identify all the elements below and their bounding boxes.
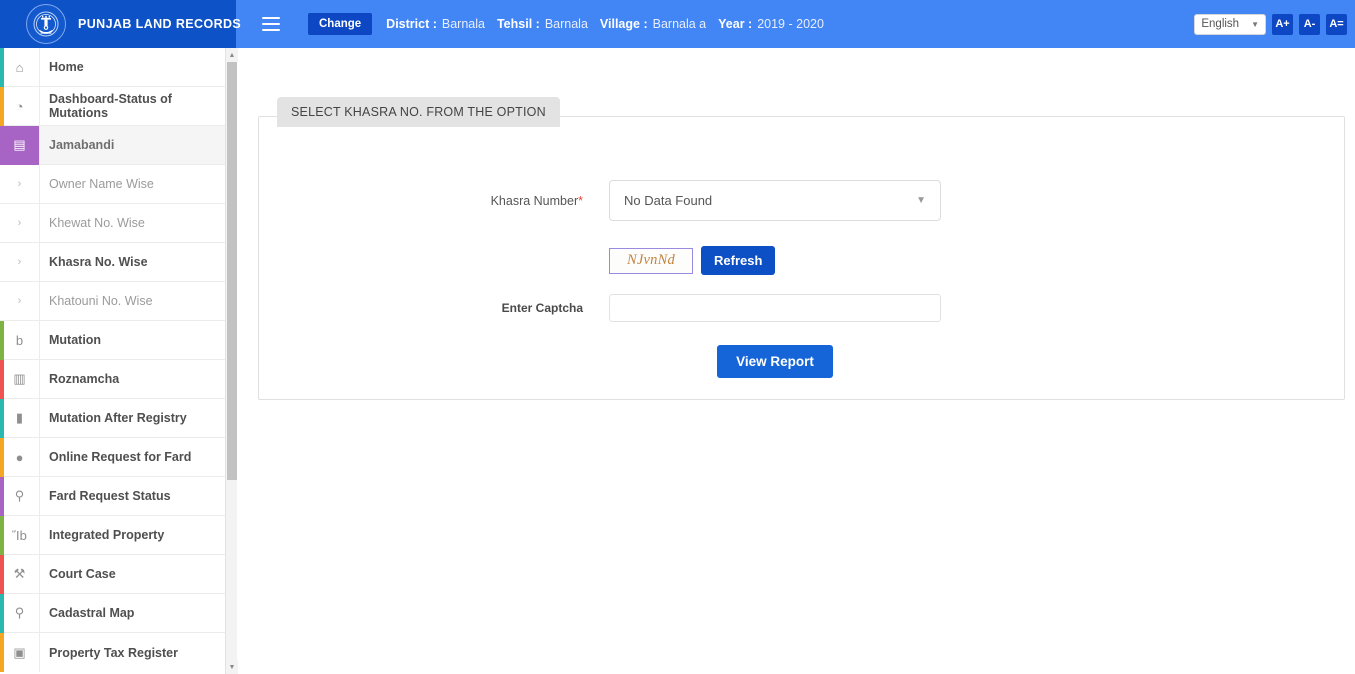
home-icon: ⌂ [0, 48, 39, 87]
briefcase-icon: ▮ [0, 399, 39, 438]
enter-captcha-row: Enter Captcha [259, 294, 1344, 322]
main-content: SELECT KHASRA NO. FROM THE OPTION Khasra… [238, 48, 1355, 674]
breadcrumb-district: District : Barnala [386, 17, 485, 31]
breadcrumb-district-value: Barnala [442, 17, 485, 31]
sidebar-item-label: Roznamcha [39, 360, 225, 399]
required-asterisk: * [578, 194, 583, 208]
chevron-down-icon: ▼ [1251, 20, 1259, 29]
sidebar-item-dashboard-status-of-mutations[interactable]: ◔ Dashboard-Status of Mutations [0, 87, 225, 126]
sidebar-item-label: Court Case [39, 555, 225, 594]
chevron-down-icon: ▼ [916, 195, 926, 206]
khasra-selection-panel: SELECT KHASRA NO. FROM THE OPTION Khasra… [258, 116, 1345, 400]
records-book-icon: ▤ [0, 126, 39, 165]
breadcrumb: District : Barnala Tehsil : Barnala Vill… [386, 17, 831, 31]
language-select-value: English [1201, 18, 1239, 30]
chevron-right-icon: › [0, 204, 39, 243]
refresh-captcha-button[interactable]: Refresh [701, 246, 775, 275]
breadcrumb-village: Village : Barnala a [600, 17, 706, 31]
breadcrumb-year-value: 2019 - 2020 [757, 17, 824, 31]
sidebar-item-label: Property Tax Register [39, 633, 225, 672]
scroll-down-arrow-icon[interactable]: ▼ [226, 660, 238, 674]
chevron-right-icon: › [0, 243, 39, 282]
breadcrumb-year-key: Year : [718, 17, 752, 31]
sidebar-item-label: Khatouni No. Wise [39, 282, 225, 321]
breadcrumb-district-key: District : [386, 17, 437, 31]
view-report-button[interactable]: View Report [717, 345, 833, 378]
sidebar-item-fard-request-status[interactable]: ⚲ Fard Request Status [0, 477, 225, 516]
sidebar-item-label: Online Request for Fard [39, 438, 225, 477]
panel-legend: SELECT KHASRA NO. FROM THE OPTION [277, 97, 560, 127]
droplet-icon: ● [0, 438, 39, 477]
register-icon: ▣ [0, 633, 39, 672]
sidebar-item-label: Owner Name Wise [39, 165, 225, 204]
sidebar-item-label: Khewat No. Wise [39, 204, 225, 243]
sidebar-item-online-request-for-fard[interactable]: ● Online Request for Fard [0, 438, 225, 477]
sidebar-item-property-tax-register[interactable]: ▣ Property Tax Register [0, 633, 225, 672]
map-pin-icon: ⚲ [0, 594, 39, 633]
sidebar-navigation: ⌂ Home ◔ Dashboard-Status of Mutations ▤ Jama… [0, 48, 236, 674]
captcha-image: NJvnNd [609, 248, 693, 274]
view-report-row: View Report [609, 345, 941, 378]
breadcrumb-village-value: Barnala a [653, 17, 707, 31]
national-emblem-icon [26, 4, 66, 44]
font-decrease-button[interactable]: A- [1299, 14, 1320, 35]
sidebar-item-label: Integrated Property [39, 516, 225, 555]
dashboard-icon: ◔ [0, 87, 39, 126]
chevron-right-icon: › [0, 282, 39, 321]
sidebar-scrollbar[interactable]: ▲ ▼ [225, 48, 237, 674]
change-location-button[interactable]: Change [308, 13, 372, 35]
sidebar-item-roznamcha[interactable]: ▥ Roznamcha [0, 360, 225, 399]
font-reset-button[interactable]: A= [1326, 14, 1347, 35]
enter-captcha-label: Enter Captcha [259, 301, 609, 315]
header-controls: English ▼ A+ A- A= [1194, 14, 1355, 35]
sidebar-item-jamabandi[interactable]: ▤ Jamabandi [0, 126, 225, 165]
font-increase-button[interactable]: A+ [1272, 14, 1293, 35]
gavel-icon: ⚒ [0, 555, 39, 594]
chevron-right-icon: › [0, 165, 39, 204]
khasra-number-row: Khasra Number* No Data Found ▼ [259, 180, 1344, 221]
sidebar-item-court-case[interactable]: ⚒ Court Case [0, 555, 225, 594]
sidebar-item-label: Jamabandi [39, 126, 225, 165]
search-icon: ⚲ [0, 477, 39, 516]
sidebar-item-label: Fard Request Status [39, 477, 225, 516]
sidebar-item-khatouni-no-wise[interactable]: › Khatouni No. Wise [0, 282, 225, 321]
sidebar-item-khewat-no-wise[interactable]: › Khewat No. Wise [0, 204, 225, 243]
scroll-up-arrow-icon[interactable]: ▲ [226, 48, 238, 62]
sidebar-item-label: Khasra No. Wise [39, 243, 225, 282]
sidebar-item-label: Home [39, 48, 225, 87]
sidebar-item-label: Dashboard-Status of Mutations [39, 87, 225, 126]
khasra-number-label: Khasra Number* [259, 194, 609, 208]
khasra-number-label-text: Khasra Number [491, 194, 579, 208]
sidebar-item-mutation[interactable]: ὜b Mutation [0, 321, 225, 360]
khasra-number-select-value: No Data Found [624, 193, 712, 208]
sidebar-item-label: Cadastral Map [39, 594, 225, 633]
breadcrumb-village-key: Village : [600, 17, 648, 31]
captcha-input[interactable] [609, 294, 941, 322]
captcha-image-row: NJvnNd Refresh [259, 246, 1344, 275]
sidebar-item-cadastral-map[interactable]: ⚲ Cadastral Map [0, 594, 225, 633]
top-header-bar: PUNJAB LAND RECORDS Change District : Ba… [0, 0, 1355, 48]
sidebar-item-label: Mutation [39, 321, 225, 360]
sidebar-item-label: Mutation After Registry [39, 399, 225, 438]
sidebar-item-khasra-no-wise[interactable]: › Khasra No. Wise [0, 243, 225, 282]
breadcrumb-tehsil: Tehsil : Barnala [497, 17, 588, 31]
sidebar-menu-list: ⌂ Home ◔ Dashboard-Status of Mutations ▤ Jama… [0, 48, 225, 672]
breadcrumb-year: Year : 2019 - 2020 [718, 17, 824, 31]
sidebar-scrollbar-thumb[interactable] [227, 62, 237, 480]
book-icon: ▥ [0, 360, 39, 399]
language-select[interactable]: English ▼ [1194, 14, 1266, 35]
sidebar-item-owner-name-wise[interactable]: › Owner Name Wise [0, 165, 225, 204]
brand-title: PUNJAB LAND RECORDS [78, 17, 241, 31]
breadcrumb-tehsil-value: Barnala [545, 17, 588, 31]
khasra-number-select[interactable]: No Data Found ▼ [609, 180, 941, 221]
document-icon: ὜b [0, 321, 39, 360]
breadcrumb-tehsil-key: Tehsil : [497, 17, 540, 31]
brand-area: PUNJAB LAND RECORDS [0, 0, 236, 48]
sidebar-item-home[interactable]: ⌂ Home [0, 48, 225, 87]
sidebar-item-integrated-property[interactable]: Ἵb Integrated Property [0, 516, 225, 555]
sidebar-item-mutation-after-registry[interactable]: ▮ Mutation After Registry [0, 399, 225, 438]
hamburger-menu-icon[interactable] [262, 17, 280, 31]
bank-icon: Ἵb [0, 516, 39, 555]
